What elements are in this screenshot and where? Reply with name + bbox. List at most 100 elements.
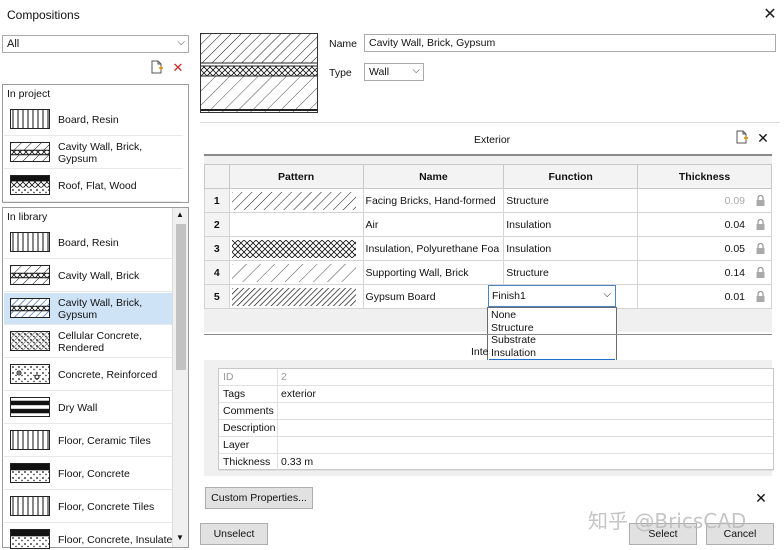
layer-row[interactable]: 2 Air Insulation 0.04	[204, 212, 772, 237]
layer-row-number[interactable]: 1	[204, 188, 230, 213]
layer-row[interactable]: 1 Facing Bricks, Hand-formed Structure 0.09	[204, 188, 772, 213]
interior-label: Inte	[471, 346, 489, 358]
list-item[interactable]: Floor, Ceramic Tiles	[4, 425, 182, 457]
layer-row-number[interactable]: 5	[204, 284, 230, 309]
layer-pattern-cell[interactable]	[228, 260, 364, 285]
layer-name-cell[interactable]: Insulation, Polyurethane Foa	[362, 236, 505, 261]
list-item[interactable]: Cavity Wall, Brick, Gypsum	[4, 137, 182, 169]
function-option[interactable]: Structure	[489, 322, 615, 335]
name-input[interactable]: Cavity Wall, Brick, Gypsum	[364, 34, 776, 52]
function-option[interactable]: Insulation	[489, 347, 615, 360]
column-header-name[interactable]: Name	[362, 164, 505, 189]
function-option[interactable]: None	[489, 309, 615, 322]
list-item[interactable]: Board, Resin	[4, 104, 182, 136]
filter-dropdown[interactable]: All ⌵	[2, 35, 189, 53]
list-item[interactable]: Cavity Wall, Brick, Gypsum	[4, 293, 182, 325]
property-key: Comments	[223, 405, 274, 417]
list-item[interactable]: Floor, Concrete, Insulated	[4, 524, 182, 550]
property-row[interactable]: Layer	[219, 437, 773, 454]
layer-row-number[interactable]: 2	[204, 212, 230, 237]
chevron-down-icon: ⌵	[177, 37, 185, 48]
type-label: Type	[329, 67, 352, 79]
lock-icon[interactable]	[756, 243, 765, 254]
close-panel-icon[interactable]: ✕	[753, 490, 769, 506]
layer-thickness-cell[interactable]: 0.14	[637, 260, 772, 285]
list-item[interactable]: Dry Wall	[4, 392, 182, 424]
composition-preview	[200, 33, 318, 113]
properties-grid: ID 2 Tags exterior Comments Description Layer T…	[218, 368, 774, 471]
list-item[interactable]: Floor, Concrete Tiles	[4, 491, 182, 523]
property-key: Description	[223, 422, 276, 434]
layer-row[interactable]: 3 Insulation, Polyurethane Foa Insulation 0…	[204, 236, 772, 261]
layer-thickness-cell[interactable]: 0.09	[637, 188, 772, 213]
layer-function-cell[interactable]: Insulation	[503, 212, 639, 237]
property-row[interactable]: Comments	[219, 403, 773, 420]
list-item[interactable]: Concrete, Reinforced	[4, 359, 182, 391]
add-layer-icon[interactable]	[735, 130, 751, 146]
property-row[interactable]: Tags exterior	[219, 386, 773, 403]
lock-icon[interactable]	[756, 267, 765, 278]
property-value[interactable]: 0.33 m	[281, 456, 313, 468]
layer-pattern-cell[interactable]	[228, 212, 364, 237]
layer-function-cell[interactable]: Structure	[503, 260, 639, 285]
scroll-thumb[interactable]	[176, 224, 186, 370]
pattern-swatch	[10, 364, 50, 384]
scroll-up-icon[interactable]: ▲	[176, 210, 184, 219]
close-icon[interactable]: ✕	[760, 5, 780, 25]
column-header-function[interactable]: Function	[503, 164, 639, 189]
function-option[interactable]: Substrate	[489, 334, 615, 347]
lock-icon[interactable]	[756, 291, 765, 302]
property-row[interactable]: Description	[219, 420, 773, 437]
filter-value: All	[7, 38, 20, 50]
list-item[interactable]: Floor, Concrete	[4, 458, 182, 490]
list-item[interactable]: Roof, Flat, Wood	[4, 170, 182, 202]
function-dropdown[interactable]: Finish1 ⌵	[488, 285, 616, 307]
property-key: Thickness	[223, 456, 271, 468]
pattern-swatch	[10, 265, 50, 285]
custom-properties-button[interactable]: Custom Properties...	[205, 487, 313, 509]
property-separator	[277, 386, 278, 403]
layer-name-cell[interactable]: Gypsum Board	[362, 284, 505, 309]
list-item-label: Concrete, Reinforced	[58, 369, 158, 381]
type-dropdown[interactable]: Wall ⌵	[364, 63, 424, 81]
property-key: ID	[223, 371, 234, 383]
pattern-swatch	[10, 397, 50, 417]
type-value: Wall	[369, 66, 390, 78]
list-item-label: Floor, Ceramic Tiles	[58, 435, 151, 447]
property-separator	[277, 454, 278, 471]
new-composition-icon[interactable]	[150, 60, 166, 76]
property-value[interactable]: 2	[281, 371, 287, 383]
column-header-thickness[interactable]: Thickness	[637, 164, 772, 189]
column-header-pattern[interactable]: Pattern	[228, 164, 364, 189]
name-value: Cavity Wall, Brick, Gypsum	[369, 37, 496, 49]
layer-name-cell[interactable]: Supporting Wall, Brick	[362, 260, 505, 285]
property-value[interactable]: exterior	[281, 388, 316, 400]
scroll-down-icon[interactable]: ▼	[176, 533, 184, 542]
list-item[interactable]: Board, Resin	[4, 227, 182, 259]
layer-thickness-cell[interactable]: 0.05	[637, 236, 772, 261]
pattern-swatch	[10, 496, 50, 516]
list-item[interactable]: Cavity Wall, Brick	[4, 260, 182, 292]
layer-pattern-cell[interactable]	[228, 284, 364, 309]
layer-thickness-cell[interactable]: 0.04	[637, 212, 772, 237]
lock-icon[interactable]	[756, 195, 765, 206]
layer-pattern-cell[interactable]	[228, 188, 364, 213]
layer-thickness-cell[interactable]: 0.01	[637, 284, 772, 309]
layer-name-cell[interactable]: Air	[362, 212, 505, 237]
library-scrollbar[interactable]: ▲ ▼	[172, 208, 188, 547]
layer-row-number[interactable]: 4	[204, 260, 230, 285]
lock-icon[interactable]	[756, 219, 765, 230]
layer-pattern-cell[interactable]	[228, 236, 364, 261]
pattern-swatch	[10, 109, 50, 129]
property-row[interactable]: ID 2	[219, 369, 773, 386]
unselect-button[interactable]: Unselect	[200, 523, 268, 545]
delete-icon[interactable]: ✕	[170, 60, 186, 76]
remove-layer-icon[interactable]: ✕	[755, 130, 771, 146]
list-item[interactable]: Cellular Concrete, Rendered	[4, 326, 182, 358]
layer-name-cell[interactable]: Facing Bricks, Hand-formed	[362, 188, 505, 213]
layer-row-number[interactable]: 3	[204, 236, 230, 261]
layer-row[interactable]: 4 Supporting Wall, Brick Structure 0.14	[204, 260, 772, 285]
property-row[interactable]: Thickness 0.33 m	[219, 454, 773, 471]
layer-function-cell[interactable]: Insulation	[503, 236, 639, 261]
layer-function-cell[interactable]: Structure	[503, 188, 639, 213]
